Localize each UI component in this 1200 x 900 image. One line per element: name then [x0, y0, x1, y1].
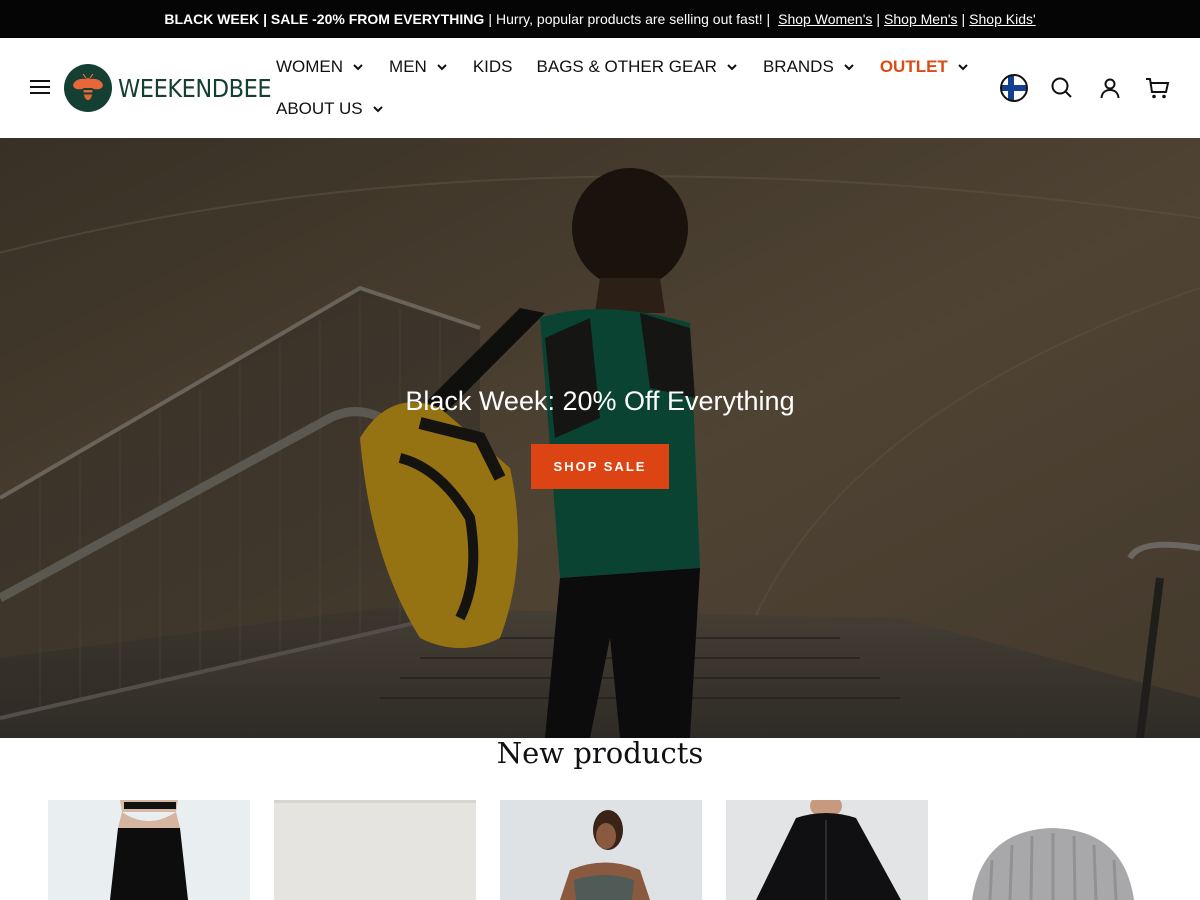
site-header: WEEKENDBEE WOMEN MEN KIDS BAGS & OTHER G… — [0, 38, 1200, 138]
chevron-down-icon — [353, 64, 363, 71]
chevron-down-icon — [372, 106, 383, 113]
nav-outlet[interactable]: OUTLET — [880, 57, 970, 77]
search-icon[interactable] — [1046, 72, 1078, 104]
nav-label: BRANDS — [762, 57, 834, 76]
product-image — [48, 800, 250, 900]
nav-men[interactable]: MEN — [389, 57, 449, 77]
product-card-grey[interactable] — [274, 800, 476, 900]
nav-label: MEN — [389, 57, 427, 76]
product-card-sports-bra[interactable] — [500, 800, 702, 900]
cart-icon[interactable] — [1142, 72, 1174, 104]
shop-men-link[interactable]: Shop Men's — [884, 11, 958, 27]
nav-label: BAGS & OTHER GEAR — [536, 57, 717, 76]
product-image — [726, 800, 928, 900]
link-separator: | — [876, 11, 881, 27]
chevron-down-icon — [958, 64, 968, 71]
header-actions — [982, 72, 1174, 104]
product-card-leggings[interactable] — [48, 800, 250, 900]
shop-kids-link[interactable]: Shop Kids' — [969, 11, 1036, 27]
bee-icon — [64, 64, 112, 112]
nav-label: OUTLET — [879, 57, 948, 76]
shop-sale-button[interactable]: SHOP SALE — [531, 444, 669, 489]
nav-label: KIDS — [472, 57, 513, 76]
chevron-down-icon — [437, 64, 447, 71]
nav-kids[interactable]: KIDS — [473, 57, 513, 77]
nav-brands[interactable]: BRANDS — [763, 57, 856, 77]
announcement-message: Hurry, popular products are selling out … — [495, 11, 771, 27]
hero-title: Black Week: 20% Off Everything — [405, 386, 795, 416]
link-separator: | — [961, 11, 966, 27]
announcement-divider: | — [488, 11, 492, 27]
product-card-black-jacket[interactable] — [726, 800, 928, 900]
product-grid — [48, 800, 1178, 900]
product-card-grey-beanie[interactable] — [952, 800, 1154, 900]
menu-icon[interactable] — [30, 79, 50, 95]
announcement-sale-text: BLACK WEEK | SALE -20% FROM EVERYTHING — [164, 11, 485, 27]
logo-text: WEEKENDBEE — [118, 73, 272, 103]
nav-about-us[interactable]: ABOUT US — [276, 99, 385, 119]
nav-women[interactable]: WOMEN — [276, 57, 365, 77]
account-icon[interactable] — [1094, 72, 1126, 104]
nav-label: WOMEN — [276, 57, 344, 76]
nav-bags-other-gear[interactable]: BAGS & OTHER GEAR — [537, 57, 739, 77]
nav-label: ABOUT US — [276, 99, 363, 118]
new-products-title: New products — [496, 736, 704, 770]
chevron-down-icon — [727, 64, 737, 71]
finland-flag-icon[interactable] — [998, 72, 1030, 104]
chevron-down-icon — [844, 64, 854, 71]
shop-women-link[interactable]: Shop Women's — [778, 11, 872, 27]
main-navigation: WOMEN MEN KIDS BAGS & OTHER GEAR BRANDS … — [276, 54, 976, 138]
product-image — [952, 800, 1154, 900]
logo[interactable]: WEEKENDBEE — [64, 63, 288, 113]
product-image — [274, 800, 476, 900]
product-image — [500, 800, 702, 900]
hero-banner: Black Week: 20% Off Everything SHOP SALE — [0, 138, 1200, 738]
announcement-bar: BLACK WEEK | SALE -20% FROM EVERYTHING |… — [0, 0, 1200, 38]
